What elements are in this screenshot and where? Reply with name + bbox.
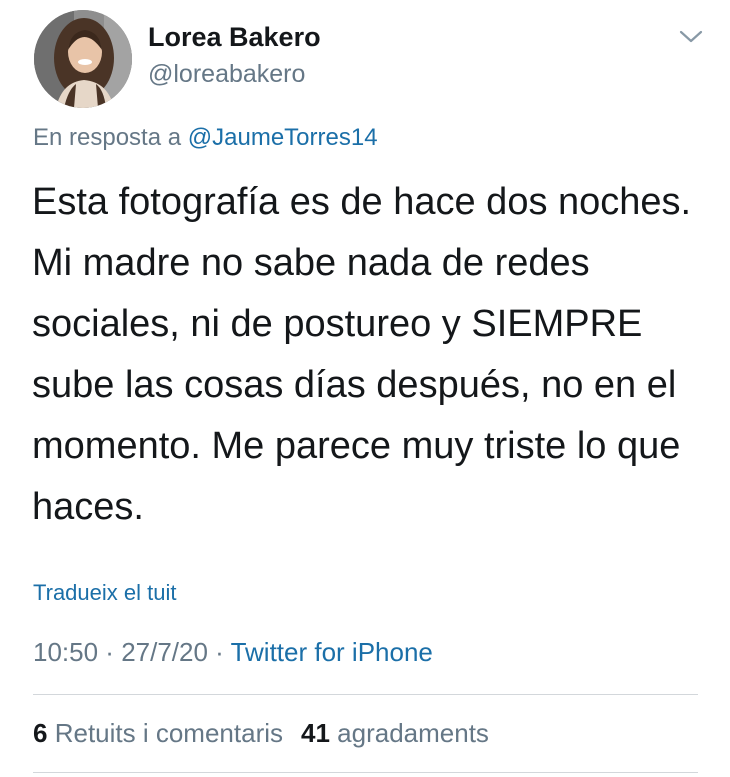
tweet-date[interactable]: 27/7/20 — [121, 637, 208, 667]
divider — [33, 694, 698, 695]
tweet-stats: 6 Retuits i comentaris 41 agradaments — [33, 718, 489, 749]
reply-prefix: En resposta a — [33, 124, 182, 151]
reply-context: En resposta a @JaumeTorres14 — [33, 124, 378, 152]
retweets-stat[interactable]: 6 Retuits i comentaris — [33, 718, 283, 748]
avatar[interactable] — [34, 10, 132, 108]
retweets-label: Retuits i comentaris — [54, 718, 284, 748]
tweet-time[interactable]: 10:50 — [33, 637, 98, 667]
tweet-text: Esta fotografía es de hace dos noches. M… — [32, 181, 692, 528]
profile-photo-image — [34, 10, 132, 108]
divider — [33, 772, 698, 773]
likes-count: 41 — [301, 718, 330, 748]
tweet-card: Lorea Bakero @loreabakero En resposta a … — [0, 0, 730, 777]
meta-separator: · — [207, 637, 231, 667]
tweet-metadata: 10:50 · 27/7/20 · Twitter for iPhone — [33, 637, 433, 668]
reply-mention-link[interactable]: @JaumeTorres14 — [188, 124, 378, 151]
likes-stat[interactable]: 41 agradaments — [301, 718, 489, 748]
chevron-down-icon[interactable] — [678, 28, 704, 46]
meta-separator: · — [98, 637, 122, 667]
retweets-count: 6 — [33, 718, 48, 748]
tweet-source-link[interactable]: Twitter for iPhone — [231, 637, 433, 667]
translate-tweet-link[interactable]: Tradueix el tuit — [33, 580, 176, 606]
display-name[interactable]: Lorea Bakero — [148, 22, 321, 53]
user-handle[interactable]: @loreabakero — [148, 60, 305, 89]
likes-label: agradaments — [337, 718, 489, 748]
